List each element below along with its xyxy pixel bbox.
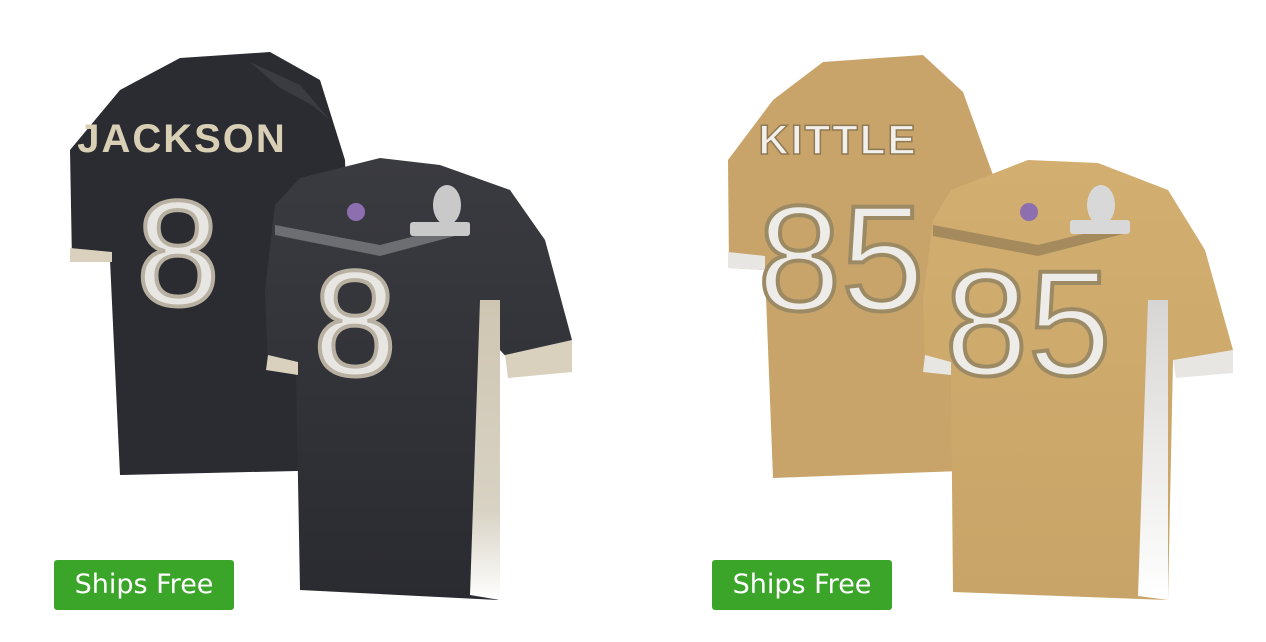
back-number-text: 85 — [758, 174, 925, 342]
nfl-100-logo-icon — [347, 203, 365, 221]
pro-bowl-logo-icon — [1087, 185, 1115, 225]
jersey-front-view: 8 — [265, 158, 572, 600]
pro-bowl-logo-icon — [433, 185, 461, 225]
jersey-front-view: 85 — [923, 160, 1233, 600]
jersey-image-jackson[interactable]: JACKSON 8 8 — [0, 0, 633, 642]
back-number-text: 8 — [136, 169, 219, 337]
product-card-kittle[interactable]: KITTLE 85 85 Ships Free — [633, 0, 1266, 642]
front-number-text: 8 — [313, 239, 396, 407]
front-number-text: 85 — [945, 239, 1112, 407]
ships-free-badge[interactable]: Ships Free — [54, 560, 234, 610]
jersey-image-kittle[interactable]: KITTLE 85 85 — [633, 0, 1266, 642]
ships-free-badge[interactable]: Ships Free — [712, 560, 892, 610]
back-name-text: KITTLE — [759, 116, 918, 163]
nfl-100-logo-icon — [1020, 203, 1038, 221]
product-card-jackson[interactable]: JACKSON 8 8 Ships Free — [0, 0, 633, 642]
back-name-text: JACKSON — [77, 117, 287, 161]
